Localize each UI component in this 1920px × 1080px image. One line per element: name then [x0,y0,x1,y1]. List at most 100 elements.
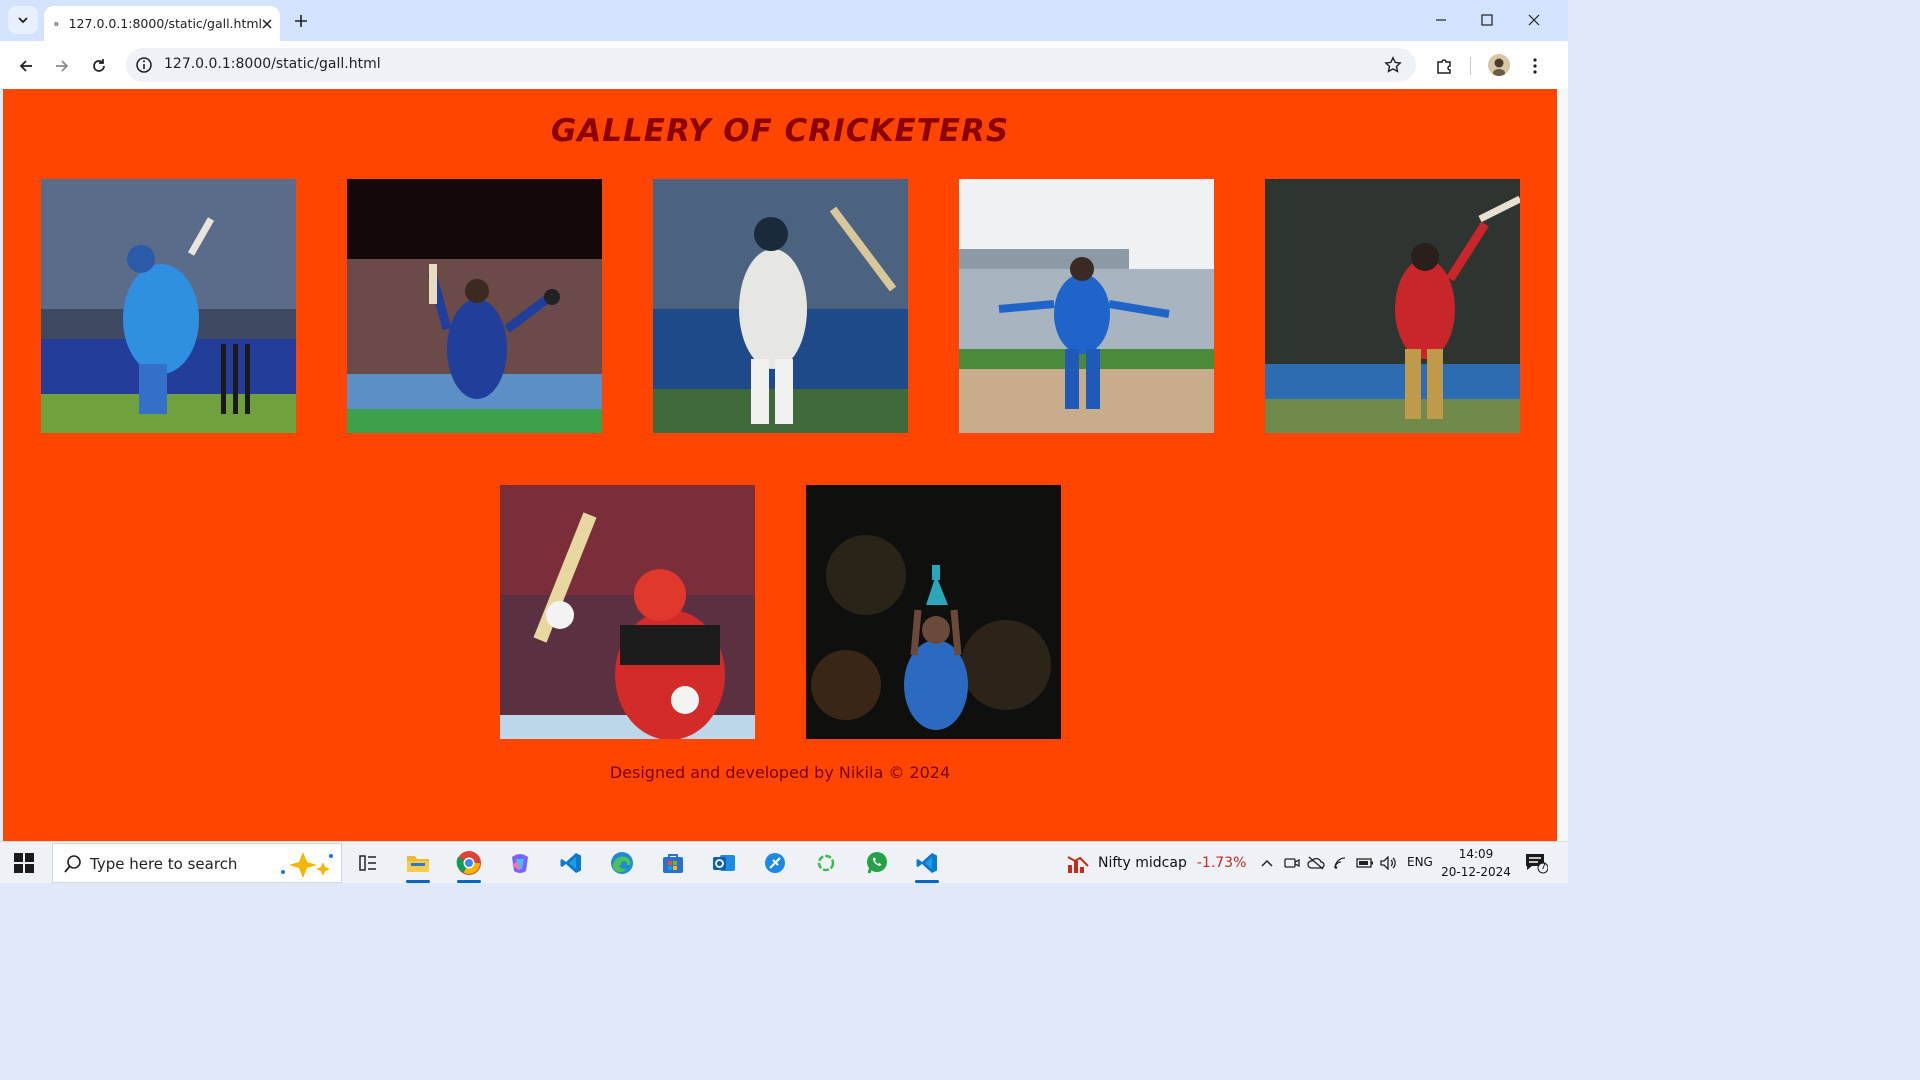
taskbar-clock[interactable]: 14:09 20-12-2024 [1440,845,1512,881]
close-icon [1528,14,1540,26]
windows-start-icon[interactable] [14,853,34,873]
reload-icon [93,59,105,72]
stock-widget[interactable]: Nifty midcap -1.73% [1066,851,1246,875]
browser-tab[interactable]: 127.0.0.1:8000/static/gall.html [44,6,280,41]
cloud-off-icon [1307,856,1325,870]
battery-tray-icon[interactable] [1356,854,1374,872]
window-close-button[interactable] [1511,6,1557,34]
stock-name: Nifty midcap [1098,855,1187,871]
page-scrollbar-area[interactable] [1557,89,1568,841]
whatsapp-button[interactable] [859,846,895,880]
wifi-icon [1334,857,1346,869]
cricketer-photo-5[interactable] [1265,179,1520,433]
task-view-icon [359,855,376,871]
ring-app-icon [817,854,835,872]
app-green-ring-button[interactable] [808,846,844,880]
microsoft-store-button[interactable] [655,846,691,880]
chrome-button[interactable] [451,846,487,883]
reload-button[interactable] [85,52,113,80]
profile-avatar[interactable] [1488,54,1510,76]
copilot-icon [512,854,528,873]
plus-icon [295,15,307,27]
chevron-up-icon [1261,859,1273,867]
page-viewport: GALLERY OF CRICKETERS Designed and devel… [3,89,1557,841]
taskbar-search-box[interactable]: Type here to search [52,843,342,883]
minimize-icon [1436,19,1446,21]
input-language[interactable]: ENG [1407,855,1433,869]
active-indicator [915,880,939,883]
notification-center-button[interactable]: 7 [1524,852,1549,874]
cricketer-photo-7[interactable] [806,485,1061,739]
network-tray-icon[interactable] [1332,854,1350,872]
file-explorer-button[interactable] [400,846,436,883]
cricketer-photo-6[interactable] [500,485,755,739]
extensions-button[interactable] [1432,54,1456,78]
search-icon [64,855,81,873]
avatar-icon [1488,54,1510,76]
vscode-icon [916,853,937,873]
address-bar[interactable]: 127.0.0.1:8000/static/gall.html [126,48,1416,82]
cricketer-photo-3[interactable] [653,179,908,433]
copilot-sparkle-icon [281,852,333,878]
back-button[interactable] [12,52,40,80]
player-with-medal-image [959,179,1214,433]
windows-taskbar: Type here to search Nifty midcap -1.73% … [0,841,1568,883]
outlook-icon [713,855,735,871]
browser-tab-strip: 127.0.0.1:8000/static/gall.html [0,0,1568,41]
compass-app-icon [765,853,785,873]
globe-icon [54,21,59,26]
arrow-left-icon [19,60,32,72]
volume-tray-icon[interactable] [1380,854,1398,872]
outlook-button[interactable] [706,846,742,880]
page-title: GALLERY OF CRICKETERS [550,113,1010,149]
browser-toolbar: 127.0.0.1:8000/static/gall.html [0,41,1568,89]
vscode-icon [560,853,581,873]
vscode-button[interactable] [553,846,589,880]
url-text[interactable]: 127.0.0.1:8000/static/gall.html [164,56,381,72]
stock-chart-icon [1067,856,1089,873]
task-view-button[interactable] [350,846,386,880]
chevron-down-icon [18,17,28,24]
active-indicator [406,880,430,883]
arrow-right-icon [56,60,69,72]
batsman-red-kit-image [1265,179,1520,433]
batsman-test-whites-image [653,179,908,433]
app-blue-button[interactable] [757,846,793,880]
cricketer-photo-4[interactable] [959,179,1214,433]
clock-date: 20-12-2024 [1441,865,1511,879]
vscode-window-button[interactable] [909,846,945,883]
toolbar-divider [1470,57,1471,75]
new-tab-button[interactable] [290,10,312,32]
batsman-raising-bat-image [347,179,602,433]
forward-button[interactable] [48,52,76,80]
browser-menu-button[interactable] [1523,54,1547,78]
puzzle-icon [1437,59,1451,74]
maximize-button[interactable] [1464,6,1510,34]
notification-count: 7 [1540,862,1547,872]
player-holding-trophy-image [806,485,1061,739]
stock-change: -1.73% [1196,855,1247,871]
page-footer: Designed and developed by Nikila © 2024 [609,763,951,782]
tab-search-button[interactable] [8,6,38,34]
show-hidden-icons-button[interactable] [1258,854,1276,872]
close-icon [262,18,272,29]
bookmark-star-icon[interactable] [1384,56,1402,74]
speaker-icon [1380,856,1396,870]
active-indicator [457,880,481,883]
onedrive-tray-icon[interactable] [1307,854,1325,872]
cricketer-photo-1[interactable] [41,179,296,433]
folder-icon [407,856,429,872]
camera-icon [1284,858,1300,868]
cricketer-photo-2[interactable] [347,179,602,433]
clock-time: 14:09 [1458,847,1494,861]
copilot-button[interactable] [502,846,538,880]
store-icon [663,854,683,873]
whatsapp-icon [867,852,887,874]
site-info-icon[interactable] [135,56,153,74]
meet-now-tray-icon[interactable] [1283,854,1301,872]
chrome-icon [456,851,481,875]
tab-title: 127.0.0.1:8000/static/gall.html [68,16,262,31]
minimize-button[interactable] [1418,6,1464,34]
tab-close-button[interactable] [262,16,272,32]
edge-button[interactable] [604,846,640,880]
